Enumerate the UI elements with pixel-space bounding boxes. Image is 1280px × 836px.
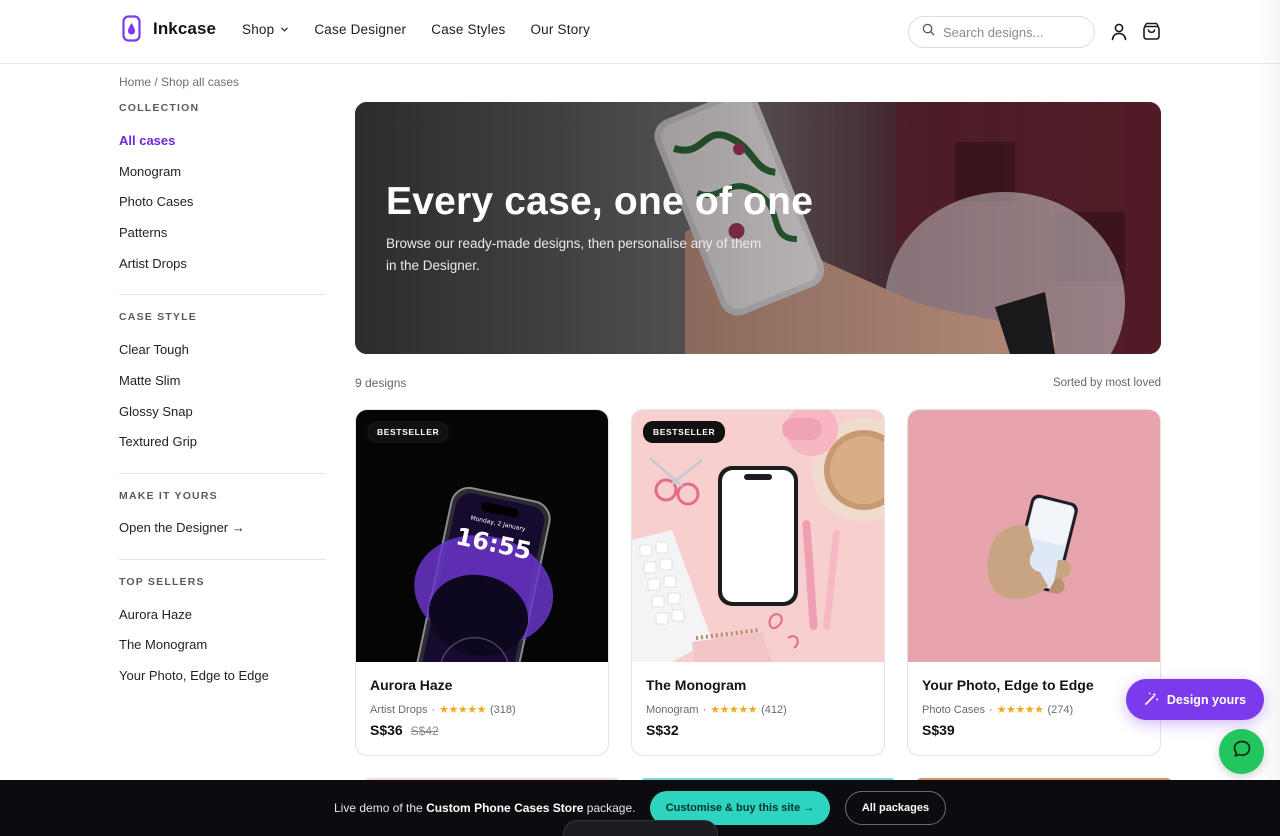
- product-card[interactable]: Monday, 2 January 16:55 BESTSELLER Auror…: [355, 409, 609, 756]
- demo-prefix: Live demo of the: [334, 801, 427, 815]
- sidebar-item-artist-drops[interactable]: Artist Drops: [119, 256, 187, 271]
- design-yours-label: Design yours: [1166, 692, 1247, 707]
- star-rating: ★★★★★: [439, 704, 486, 716]
- breadcrumb[interactable]: Home / Shop all cases: [119, 75, 239, 89]
- search-icon: [922, 23, 935, 41]
- original-price: S$42: [410, 724, 439, 738]
- case-style-heading: CASE STYLE: [119, 311, 197, 323]
- main-nav: Shop Case Designer Case Styles Our Story: [242, 22, 590, 37]
- current-price: S$32: [646, 722, 679, 738]
- sidebar-item-all-cases[interactable]: All cases: [119, 133, 175, 148]
- demo-bar: Live demo of the Custom Phone Cases Stor…: [0, 780, 1280, 836]
- current-price: S$36: [370, 722, 403, 738]
- sidebar-item-monogram[interactable]: Monogram: [119, 164, 181, 179]
- chat-button[interactable]: [1219, 729, 1264, 774]
- product-meta: Photo Cases · ★★★★★ (274): [922, 703, 1074, 717]
- logo-icon: [122, 15, 141, 42]
- chat-icon: [1232, 739, 1252, 764]
- hero-banner: Every case, one of one Browse our ready-…: [355, 102, 1161, 354]
- design-yours-button[interactable]: Design yours: [1126, 679, 1264, 720]
- collection-heading: COLLECTION: [119, 102, 200, 114]
- product-name[interactable]: Your Photo, Edge to Edge: [922, 677, 1094, 693]
- sidebar-item-your-photo[interactable]: Your Photo, Edge to Edge: [119, 668, 269, 683]
- sidebar-item-matte-slim[interactable]: Matte Slim: [119, 373, 180, 388]
- user-icon[interactable]: [1110, 22, 1128, 46]
- product-meta: Monogram · ★★★★★ (412): [646, 703, 787, 717]
- site-header: Inkcase Shop Case Designer Case Styles O…: [0, 0, 1280, 64]
- brand-logo[interactable]: Inkcase: [122, 15, 216, 42]
- meta-separator: ·: [988, 703, 993, 716]
- make-it-yours-heading: MAKE IT YOURS: [119, 490, 218, 502]
- sidebar-divider: [119, 473, 326, 474]
- product-card[interactable]: BESTSELLER The Monogram Monogram · ★★★★★…: [631, 409, 885, 756]
- product-image[interactable]: BESTSELLER: [632, 410, 884, 662]
- demo-suffix: package.: [583, 801, 636, 815]
- sort-label[interactable]: Sorted by most loved: [1053, 377, 1161, 389]
- product-price: S$39: [922, 722, 955, 738]
- current-price: S$39: [922, 722, 955, 738]
- hero-photo: [355, 102, 1161, 354]
- bestseller-badge: BESTSELLER: [367, 421, 450, 443]
- meta-separator: ·: [702, 703, 707, 716]
- nav-case-styles[interactable]: Case Styles: [431, 22, 505, 37]
- demo-bar-text: Live demo of the Custom Phone Cases Stor…: [334, 801, 635, 815]
- toolbar-dock[interactable]: [563, 820, 718, 836]
- review-count: (274): [1047, 703, 1074, 716]
- product-price: S$32: [646, 722, 679, 738]
- nav-shop-label: Shop: [242, 22, 275, 37]
- sidebar-item-photo-cases[interactable]: Photo Cases: [119, 194, 193, 209]
- open-designer-link[interactable]: Open the Designer →: [119, 520, 245, 535]
- nav-case-designer[interactable]: Case Designer: [314, 22, 406, 37]
- brand-name: Inkcase: [153, 18, 217, 38]
- product-category: Artist Drops: [370, 703, 428, 716]
- review-count: (412): [761, 703, 787, 716]
- page-edge-shadow: [1258, 0, 1280, 780]
- product-name[interactable]: Aurora Haze: [370, 677, 452, 693]
- hero-subtitle: Browse our ready-made designs, then pers…: [386, 236, 762, 273]
- nav-our-story[interactable]: Our Story: [530, 22, 590, 37]
- hero-title: Every case, one of one: [386, 180, 814, 223]
- top-sellers-heading: TOP SELLERS: [119, 576, 205, 588]
- star-rating: ★★★★★: [710, 704, 758, 716]
- product-category: Photo Cases: [922, 703, 985, 716]
- product-card[interactable]: Your Photo, Edge to Edge Photo Cases · ★…: [907, 409, 1161, 756]
- product-meta: Artist Drops · ★★★★★ (318): [370, 703, 516, 717]
- sidebar-item-patterns[interactable]: Patterns: [119, 225, 167, 240]
- product-image[interactable]: [908, 410, 1160, 662]
- sidebar-item-glossy-snap[interactable]: Glossy Snap: [119, 404, 193, 419]
- sidebar-item-textured-grip[interactable]: Textured Grip: [119, 434, 197, 449]
- nav-shop[interactable]: Shop: [242, 22, 289, 37]
- meta-separator: ·: [431, 703, 436, 716]
- result-count: 9 designs: [355, 376, 407, 390]
- cart-icon[interactable]: [1142, 22, 1161, 46]
- review-count: (318): [489, 703, 516, 716]
- all-packages-button[interactable]: All packages: [845, 791, 946, 825]
- magic-wand-icon: [1144, 691, 1159, 709]
- product-category: Monogram: [646, 703, 699, 716]
- sidebar-item-aurora-haze[interactable]: Aurora Haze: [119, 607, 192, 622]
- product-price: S$36 S$42: [370, 722, 439, 738]
- product-image[interactable]: Monday, 2 January 16:55 BESTSELLER: [356, 410, 608, 662]
- product-name[interactable]: The Monogram: [646, 677, 746, 693]
- sidebar-item-the-monogram[interactable]: The Monogram: [119, 637, 207, 652]
- star-rating: ★★★★★: [996, 704, 1044, 716]
- demo-package-name: Custom Phone Cases Store: [426, 801, 584, 815]
- search-input[interactable]: [943, 24, 1083, 40]
- sidebar-item-clear-tough[interactable]: Clear Tough: [119, 342, 189, 357]
- bestseller-badge: BESTSELLER: [643, 421, 726, 443]
- search-box[interactable]: [908, 16, 1095, 48]
- chevron-down-icon: [280, 22, 289, 37]
- sidebar-divider: [119, 294, 326, 295]
- sidebar-divider: [119, 559, 326, 560]
